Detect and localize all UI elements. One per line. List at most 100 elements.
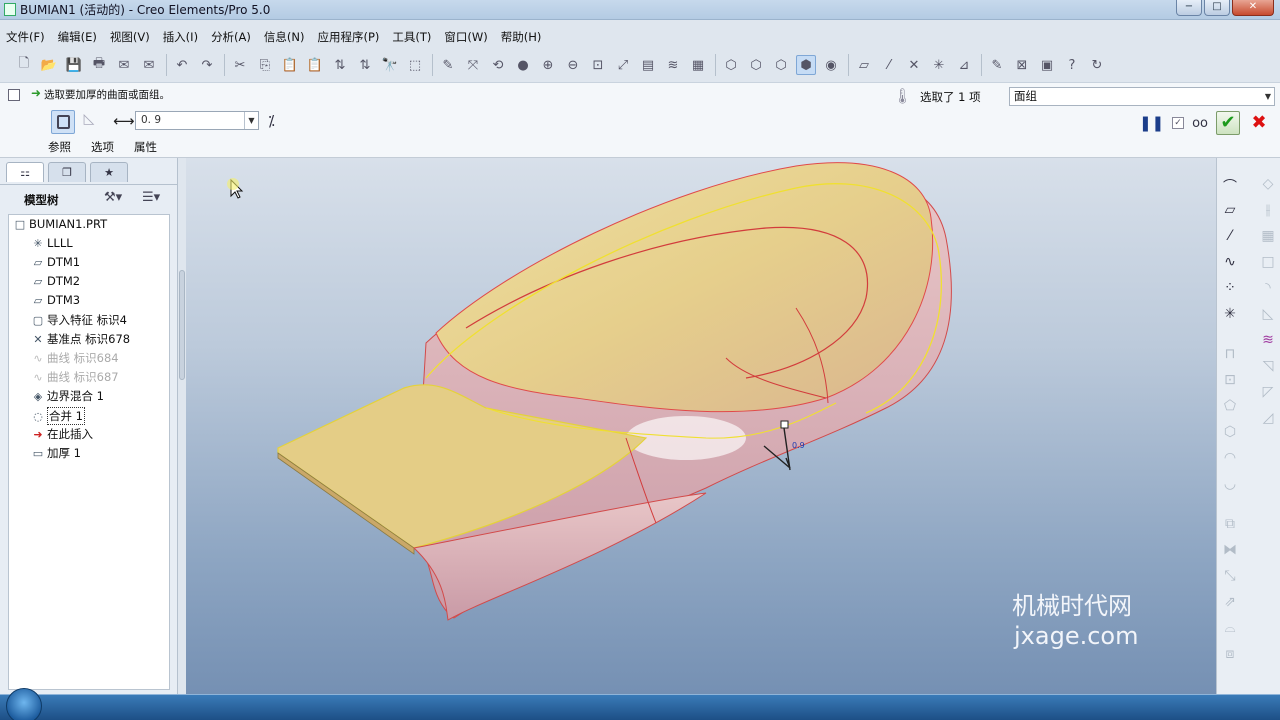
tree-item-dtm3[interactable]: ▱ DTM3 xyxy=(30,293,80,307)
draft-tool-icon[interactable]: ◹ xyxy=(1257,358,1279,374)
zoom-in-icon[interactable]: ⊕ xyxy=(538,55,558,75)
thickness-input[interactable]: 0. 9 ▼ xyxy=(135,111,259,130)
solidify-tool-icon[interactable]: ⧈ xyxy=(1219,646,1241,662)
sketch-icon[interactable]: ✎ xyxy=(438,55,458,75)
hole-tool-icon[interactable]: ◇ xyxy=(1257,176,1279,192)
annotation-display-icon[interactable]: ⊿ xyxy=(954,55,974,75)
close-window-icon[interactable]: ⊠ xyxy=(1012,55,1032,75)
start-button[interactable] xyxy=(6,688,42,720)
extend-tool-icon[interactable]: ⇗ xyxy=(1219,594,1241,610)
layers-icon[interactable]: ≋ xyxy=(663,55,683,75)
trim-tool-icon[interactable]: ⤡ xyxy=(1219,568,1241,584)
save-icon[interactable]: 💾 xyxy=(64,55,84,75)
merge-tool-icon[interactable]: ⧓ xyxy=(1219,542,1241,558)
saved-views-icon[interactable]: ▤ xyxy=(638,55,658,75)
spin-center-icon[interactable]: ⟲ xyxy=(488,55,508,75)
csys-display-icon[interactable]: ✳ xyxy=(929,55,949,75)
close-button[interactable]: ✕ xyxy=(1232,0,1274,16)
offset-tool-icon[interactable]: ◿ xyxy=(1257,410,1279,426)
datum-curve-tool-icon[interactable]: ∿ xyxy=(1219,254,1241,270)
tree-item-curve-684[interactable]: ∿ 曲线 标识684 xyxy=(30,350,118,366)
message-log-icon[interactable] xyxy=(8,89,20,101)
boundary-blend-tool-icon[interactable]: ≋ xyxy=(1257,332,1279,348)
tab-properties[interactable]: 属性 xyxy=(134,139,157,155)
revolve-tool-icon[interactable]: ⊡ xyxy=(1219,372,1241,388)
datum-point-display-icon[interactable]: ✕ xyxy=(904,55,924,75)
send-mail-attach-icon[interactable]: ✉ xyxy=(139,55,159,75)
ok-button[interactable]: ✔ xyxy=(1216,111,1240,135)
shell-tool-icon[interactable]: □ xyxy=(1257,254,1279,270)
verify-checkbox[interactable]: ✓ xyxy=(1172,117,1185,129)
tab-favorites[interactable]: ★ xyxy=(90,162,128,182)
view-manager-icon[interactable]: ▦ xyxy=(688,55,708,75)
menu-help[interactable]: 帮助(H) xyxy=(501,28,542,46)
tab-model-tree[interactable]: ⚏ xyxy=(6,162,44,182)
menu-window[interactable]: 窗口(W) xyxy=(444,28,487,46)
blend-tool-icon[interactable]: ⬡ xyxy=(1219,424,1241,440)
paste-icon[interactable]: 📋 xyxy=(280,55,300,75)
tree-item-boundary-blend[interactable]: ◈ 边界混合 1 xyxy=(30,388,104,404)
print-icon[interactable]: 🖶 xyxy=(89,55,109,75)
menu-view[interactable]: 视图(V) xyxy=(110,28,150,46)
no-hidden-icon[interactable]: ⬡ xyxy=(771,55,791,75)
selection-filter[interactable]: 面组 ▼ xyxy=(1009,87,1275,106)
shading-icon[interactable]: ● xyxy=(513,55,533,75)
sweep-tool-icon[interactable]: ⬠ xyxy=(1219,398,1241,414)
find-icon[interactable]: 🔭 xyxy=(380,55,400,75)
menu-insert[interactable]: 插入(I) xyxy=(163,28,198,46)
csys-tool-icon[interactable]: ✳ xyxy=(1219,306,1241,322)
tree-item-curve-687[interactable]: ∿ 曲线 标识687 xyxy=(30,369,118,385)
reorient-icon[interactable]: ⤢ xyxy=(613,55,633,75)
mirror-tool-icon[interactable]: ⫲ xyxy=(1257,202,1279,218)
zoom-out-icon[interactable]: ⊖ xyxy=(563,55,583,75)
cut-icon[interactable]: ✂ xyxy=(230,55,250,75)
edit-icon[interactable]: ✎ xyxy=(987,55,1007,75)
tree-item-datum-point[interactable]: ✕ 基准点 标识678 xyxy=(30,331,130,347)
redo-icon[interactable]: ↷ xyxy=(197,55,217,75)
datum-plane-tool-icon[interactable]: ▱ xyxy=(1219,202,1241,218)
menu-analysis[interactable]: 分析(A) xyxy=(211,28,251,46)
hidden-line-icon[interactable]: ⬡ xyxy=(746,55,766,75)
tree-item-dtm1[interactable]: ▱ DTM1 xyxy=(30,255,80,269)
thicken-tool-icon[interactable]: ⌓ xyxy=(1219,620,1241,636)
sketch-tool-icon[interactable]: ⌒ xyxy=(1219,176,1241,196)
tree-show-icon[interactable]: ☰▾ xyxy=(142,190,160,205)
menu-edit[interactable]: 编辑(E) xyxy=(58,28,97,46)
open-file-icon[interactable]: 📂 xyxy=(39,55,59,75)
thicken-solid-button[interactable] xyxy=(51,110,75,134)
datum-point-tool-icon[interactable]: ⁘ xyxy=(1219,280,1241,296)
menu-file[interactable]: 文件(F) xyxy=(6,28,45,46)
rib-tool-icon[interactable]: ◸ xyxy=(1257,384,1279,400)
enhanced-realism-icon[interactable]: ◉ xyxy=(821,55,841,75)
menu-applications[interactable]: 应用程序(P) xyxy=(317,28,379,46)
tab-options[interactable]: 选项 xyxy=(91,139,114,155)
copy-icon[interactable]: ⎘ xyxy=(255,55,275,75)
refit-icon[interactable]: ⊡ xyxy=(588,55,608,75)
tab-folder-browser[interactable]: ❐ xyxy=(48,162,86,182)
tree-item-merge[interactable]: ◌ 合并 1 xyxy=(30,407,85,425)
style-tool-icon[interactable]: ◡ xyxy=(1219,476,1241,492)
flip-direction-icon[interactable]: ⁒ xyxy=(268,112,275,130)
spin-icon[interactable]: ↻ xyxy=(1087,55,1107,75)
extrude-tool-icon[interactable]: ⊓ xyxy=(1219,346,1241,362)
shaded-icon[interactable]: ⬢ xyxy=(796,55,816,75)
var-sweep-tool-icon[interactable]: ◠ xyxy=(1219,450,1241,466)
tree-item-dtm2[interactable]: ▱ DTM2 xyxy=(30,274,80,288)
regenerate-icon[interactable]: ⇅ xyxy=(330,55,350,75)
activate-window-icon[interactable]: ▣ xyxy=(1037,55,1057,75)
tab-references[interactable]: 参照 xyxy=(48,139,71,155)
send-mail-icon[interactable]: ✉ xyxy=(114,55,134,75)
cancel-button[interactable]: ✖ xyxy=(1248,112,1270,134)
new-file-icon[interactable]: 🗋 xyxy=(14,55,34,75)
round-tool-icon[interactable]: ◝ xyxy=(1257,280,1279,296)
tree-item-csys[interactable]: ✳ LLLL xyxy=(30,236,72,250)
pause-icon[interactable]: ❚❚ xyxy=(1139,114,1164,132)
minimize-button[interactable]: − xyxy=(1176,0,1202,16)
tree-item-import-feature[interactable]: ▢ 导入特征 标识4 xyxy=(30,312,127,328)
datum-axis-display-icon[interactable]: ⁄ xyxy=(879,55,899,75)
datum-axis-icon[interactable]: ⤧ xyxy=(463,55,483,75)
context-help-icon[interactable]: ? xyxy=(1062,55,1082,75)
preview-glasses-icon[interactable]: oo xyxy=(1192,116,1208,131)
thicken-cut-button[interactable]: ◺ xyxy=(79,111,99,131)
maximize-button[interactable]: □ xyxy=(1204,0,1230,16)
